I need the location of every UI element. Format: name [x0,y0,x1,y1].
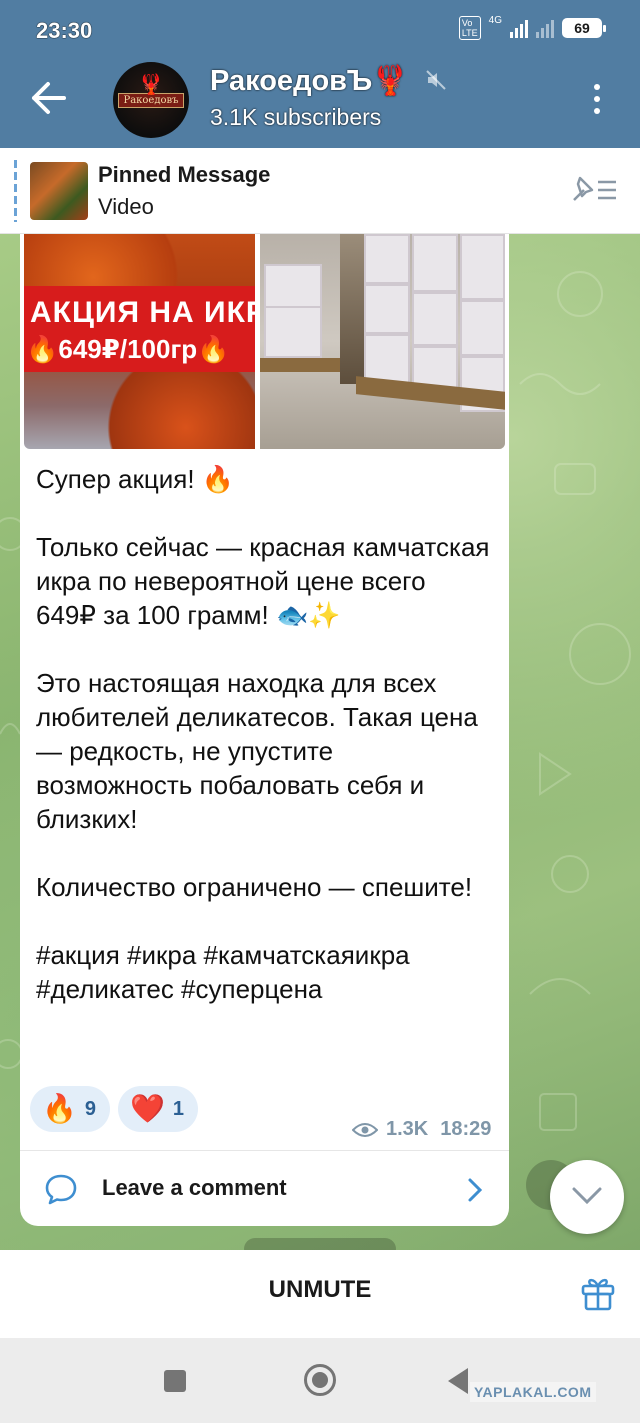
signal-icon [510,18,528,38]
reaction-fire[interactable]: 🔥 9 [30,1086,110,1132]
promo-line-1: АКЦИЯ НА ИКРУ [30,296,255,329]
pinned-subtitle: Video [98,194,154,219]
pin-list-icon [573,176,616,201]
leave-comment-button[interactable]: Leave a comment [20,1151,509,1226]
recents-button[interactable] [164,1370,186,1392]
reaction-count: 9 [84,1097,96,1120]
crate [364,234,410,284]
promo-banner: АКЦИЯ НА ИКРУ 🔥649₽/100гр🔥 [24,286,255,372]
lobster-logo-icon: 🦞 [138,74,164,96]
unmute-button[interactable]: UNMUTE [220,1276,420,1304]
reactions-row: 🔥 9 ❤️ 1 [30,1086,198,1132]
pallet [260,358,340,372]
chevron-down-icon [572,1187,602,1205]
back-button[interactable] [30,80,70,116]
crate [364,284,410,334]
heart-icon: ❤️ [130,1093,165,1124]
system-back-button[interactable] [448,1368,468,1394]
pinned-indicator [14,160,17,222]
status-bar: 23:30 Vo LTE 4G 69 [0,0,640,60]
dot-icon [594,84,600,90]
comment-icon [45,1174,77,1205]
battery-icon: 69 [562,18,606,38]
promo-line-2: 🔥649₽/100гр🔥 [26,334,230,364]
pinned-list-button[interactable] [570,172,620,208]
view-count: 1.3K [386,1118,429,1140]
crate [264,306,322,358]
reaction-heart[interactable]: ❤️ 1 [118,1086,198,1132]
status-icons: Vo LTE 4G 69 [458,14,606,40]
post-paragraph: Только сейчас — красная камчатская икра … [36,532,490,630]
channel-avatar[interactable]: 🦞 Ракоедовъ [113,62,189,138]
watermark: YAPLAKAL.COM [470,1382,596,1402]
muted-icon [426,70,446,90]
post-meta: 1.3K 18:29 [352,1118,491,1141]
fire-icon: 🔥 [42,1093,77,1124]
eye-icon [352,1122,378,1137]
dot-icon [594,108,600,114]
dot-icon [594,96,600,102]
crate [460,234,505,300]
post-paragraph: Это настоящая находка для всех любителей… [36,668,478,834]
caviar-promo-image[interactable]: АКЦИЯ НА ИКРУ 🔥649₽/100гр🔥 [24,234,255,449]
pinned-message-bar[interactable]: Pinned Message Video [0,148,640,234]
signal-2-icon [536,18,554,38]
reaction-count: 1 [172,1097,184,1120]
warehouse-crates-image[interactable] [260,234,505,449]
status-time: 23:30 [36,18,93,43]
arrow-left-icon [32,82,66,114]
crate [460,300,505,356]
more-menu-button[interactable] [586,82,608,116]
pinned-title: Pinned Message [98,162,271,187]
pinned-thumbnail [30,162,88,220]
subscriber-count: 3.1K subscribers [210,104,382,130]
bottom-bar: UNMUTE [0,1250,640,1338]
channel-title[interactable]: РакоедовЪ🦞 [210,64,408,98]
post-paragraph: Супер акция! 🔥 [36,464,235,494]
leave-comment-label: Leave a comment [102,1175,287,1200]
system-navigation-bar: YAPLAKAL.COM [0,1338,640,1423]
chevron-right-icon [468,1178,483,1202]
post-text: Супер акция! 🔥 Только сейчас — красная к… [36,462,496,1006]
top-app-bar: 23:30 Vo LTE 4G 69 🦞 Ракоедовъ РакоедовЪ🦞… [0,0,640,148]
crate [412,234,458,292]
home-button[interactable] [304,1364,336,1396]
post-media-album[interactable]: АКЦИЯ НА ИКРУ 🔥649₽/100гр🔥 [24,234,505,449]
person-silhouette [340,234,366,384]
network-type-label: 4G [488,14,502,26]
post-time: 18:29 [440,1118,492,1140]
post-paragraph: Количество ограничено — спешите! [36,872,473,902]
gift-icon[interactable] [580,1274,616,1312]
crate [412,292,458,346]
post-hashtags[interactable]: #акция #икра #камчатскаяикра #деликатес … [36,938,476,1006]
scroll-down-button[interactable] [550,1160,624,1234]
volte-icon: Vo LTE [458,16,481,40]
